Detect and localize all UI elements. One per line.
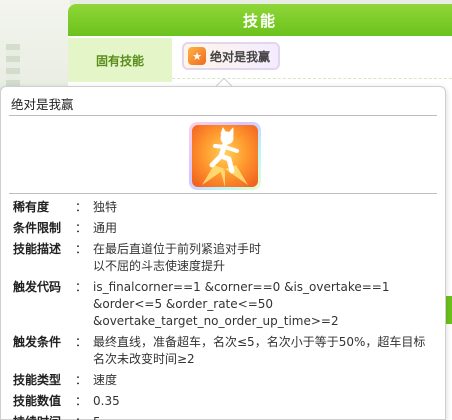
- tooltip-divider-top: [9, 115, 437, 116]
- info-value: 5: [93, 414, 441, 420]
- info-value: 独特: [93, 200, 118, 214]
- info-colon: ：: [75, 280, 88, 294]
- info-row-trigger-code: 触发代码 ： is_finalcorner==1 &corner==0 &is_…: [13, 279, 441, 330]
- skill-chip-label: 绝对是我赢: [210, 49, 271, 64]
- info-colon: ：: [75, 394, 88, 408]
- info-value: 速度: [93, 373, 118, 387]
- skill-tooltip: 绝对是我赢 稀有度 ： 独特 条件限制 ： 通用 技能描述 ： 在最后直道位于前…: [0, 86, 446, 420]
- background-green-edge: [446, 296, 452, 324]
- card-header-title: 技能: [68, 4, 452, 36]
- info-row-skill-value: 技能数值 ： 0.35: [13, 393, 441, 410]
- unique-skill-label: 固有技能: [68, 38, 172, 82]
- info-key: 条件限制: [13, 221, 62, 235]
- info-colon: ：: [75, 373, 88, 387]
- info-colon: ：: [75, 335, 88, 349]
- info-row-trigger-condition: 触发条件 ： 最终直线，准备超车，名次≤5，名次小于等于50%，超车目标 名次未…: [13, 334, 441, 368]
- info-colon: ：: [75, 221, 88, 235]
- tooltip-divider-mid: [9, 193, 437, 194]
- info-key: 触发代码: [13, 280, 62, 294]
- info-key: 稀有度: [13, 200, 50, 214]
- skill-chip-button[interactable]: ★ 绝对是我赢: [182, 42, 281, 70]
- info-key: 触发条件: [13, 335, 62, 349]
- info-value: 0.35: [93, 394, 120, 408]
- info-value: 通用: [93, 221, 118, 235]
- info-key: 技能描述: [13, 242, 62, 256]
- info-colon: ：: [75, 414, 93, 420]
- info-row-rarity: 稀有度 ： 独特: [13, 199, 441, 216]
- info-key: 技能数值: [13, 394, 62, 408]
- running-figure-burst-icon: [192, 125, 258, 187]
- info-colon: ：: [75, 200, 88, 214]
- info-row-restriction: 条件限制 ： 通用: [13, 220, 441, 237]
- info-colon: ：: [75, 242, 88, 256]
- info-key: 技能类型: [13, 373, 62, 387]
- row-divider: [172, 78, 452, 79]
- info-value: 最终直线，准备超车，名次≤5，名次小于等于50%，超车目标 名次未改变时间≥2: [93, 335, 426, 366]
- info-row-duration: 持续时间 ： 5: [13, 414, 441, 420]
- running-figure-icon: ★: [188, 47, 206, 65]
- skill-info-list: 稀有度 ： 独特 条件限制 ： 通用 技能描述 ： 在最后直道位于前列紧追对手时…: [13, 199, 441, 420]
- info-row-skill-type: 技能类型 ： 速度: [13, 372, 441, 389]
- info-value: is_finalcorner==1 &corner==0 &is_overtak…: [93, 280, 390, 328]
- info-row-description: 技能描述 ： 在最后直道位于前列紧追对手时 以不屈的斗志使速度提升: [13, 241, 441, 275]
- info-key: 持续时间: [13, 414, 75, 420]
- skill-icon-frame: [189, 122, 261, 190]
- info-value: 在最后直道位于前列紧追对手时 以不屈的斗志使速度提升: [93, 242, 262, 273]
- tooltip-title: 绝对是我赢: [11, 97, 74, 112]
